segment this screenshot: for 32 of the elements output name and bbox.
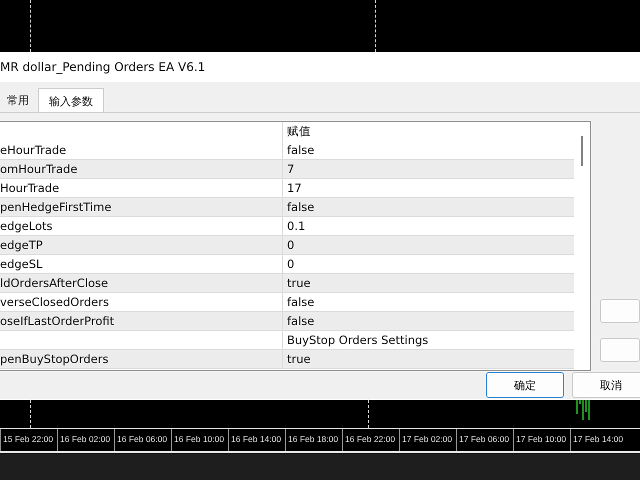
side-button[interactable] bbox=[600, 338, 640, 362]
table-cell: omHourTrade bbox=[0, 162, 78, 176]
table-cell: false bbox=[287, 314, 314, 328]
tab[interactable]: 输入参数 bbox=[38, 88, 104, 112]
cancel-button[interactable]: 取消 bbox=[572, 372, 640, 398]
table-cell: true bbox=[287, 276, 311, 290]
table-cell: false bbox=[287, 143, 314, 157]
table-cell: edgeLots bbox=[0, 219, 52, 233]
table-cell: penBuyStopOrders bbox=[0, 352, 108, 366]
table-cell: 0 bbox=[287, 257, 294, 271]
table-cell: eHourTrade bbox=[0, 143, 66, 157]
side-button[interactable] bbox=[600, 299, 640, 323]
table-cell: false bbox=[287, 200, 314, 214]
table-cell: BuyStop Orders Settings bbox=[287, 333, 428, 347]
table-cell: true bbox=[287, 352, 311, 366]
ok-button[interactable]: 确定 bbox=[486, 372, 564, 398]
table-cell: 0.1 bbox=[287, 219, 306, 233]
table-cell: false bbox=[287, 295, 314, 309]
table-cell: ldOrdersAfterClose bbox=[0, 276, 108, 290]
table-cell: verseClosedOrders bbox=[0, 295, 109, 309]
table-cell: 17 bbox=[287, 181, 302, 195]
table-cell: 7 bbox=[287, 162, 294, 176]
table-cell: edgeTP bbox=[0, 238, 43, 252]
table-cell: penHedgeFirstTime bbox=[0, 200, 112, 214]
table-cell: 0 bbox=[287, 238, 294, 252]
table-cell: edgeSL bbox=[0, 257, 42, 271]
table-cell: HourTrade bbox=[0, 181, 60, 195]
window-title: MR dollar_Pending Orders EA V6.1 bbox=[0, 52, 640, 82]
table-cell: oseIfLastOrderProfit bbox=[0, 314, 114, 328]
tab[interactable]: 常用 bbox=[0, 88, 36, 112]
column-header: 赋值 bbox=[286, 124, 311, 139]
candles-icon bbox=[576, 400, 590, 420]
